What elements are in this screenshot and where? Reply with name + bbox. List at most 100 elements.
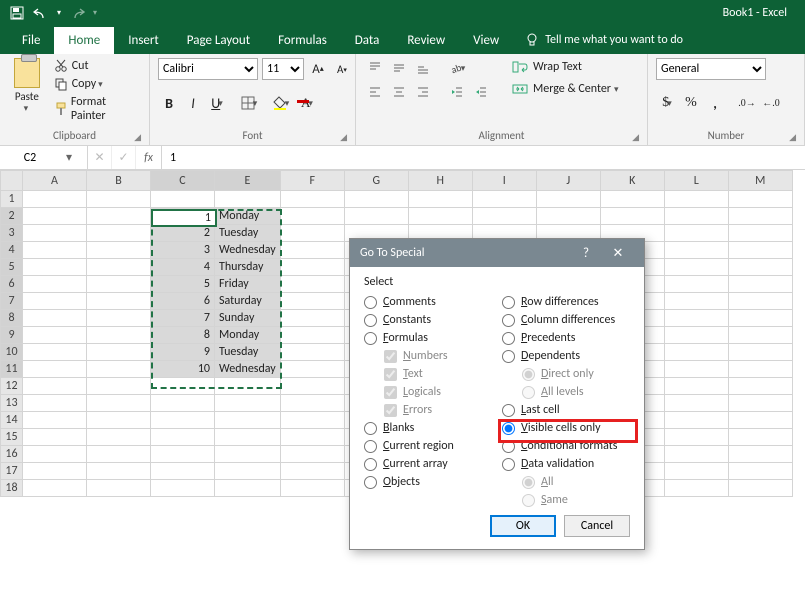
col-header-E[interactable]: E <box>215 171 281 191</box>
italic-button[interactable]: I <box>182 92 204 114</box>
cell-M12[interactable] <box>728 378 792 395</box>
col-header-B[interactable]: B <box>87 171 151 191</box>
radio-constants[interactable]: Constants <box>364 311 492 329</box>
cell-M9[interactable] <box>728 327 792 344</box>
cell-C1[interactable] <box>151 191 215 208</box>
col-header-I[interactable]: I <box>472 171 536 191</box>
cell-B6[interactable] <box>87 276 151 293</box>
row-header-9[interactable]: 9 <box>1 327 23 344</box>
radio-data-validation[interactable]: Data validation <box>502 455 630 473</box>
cell-A18[interactable] <box>23 480 87 497</box>
cell-E15[interactable] <box>215 429 281 446</box>
col-header-M[interactable]: M <box>728 171 792 191</box>
ok-button[interactable]: OK <box>490 515 556 537</box>
dialog-close-icon[interactable]: ✕ <box>602 246 634 261</box>
cell-E7[interactable]: Saturday <box>215 293 281 310</box>
cell-C8[interactable]: 7 <box>151 310 215 327</box>
cell-A14[interactable] <box>23 412 87 429</box>
row-header-5[interactable]: 5 <box>1 259 23 276</box>
col-header-K[interactable]: K <box>600 171 664 191</box>
radio-input[interactable] <box>502 314 515 327</box>
cell-L17[interactable] <box>664 463 728 480</box>
font-launcher-icon[interactable]: ◢ <box>340 132 347 143</box>
cell-C13[interactable] <box>151 395 215 412</box>
cell-L2[interactable] <box>664 208 728 225</box>
radio-column-differences[interactable]: Column differences <box>502 311 630 329</box>
row-header-13[interactable]: 13 <box>1 395 23 412</box>
cell-L15[interactable] <box>664 429 728 446</box>
underline-button[interactable]: U▾ <box>206 92 228 114</box>
fx-cancel-icon[interactable]: ✕ <box>88 146 112 169</box>
name-box[interactable]: ▾ <box>0 146 88 169</box>
cell-B17[interactable] <box>87 463 151 480</box>
cell-A4[interactable] <box>23 242 87 259</box>
row-header-15[interactable]: 15 <box>1 429 23 446</box>
radio-row-differences[interactable]: Row differences <box>502 293 630 311</box>
cell-E8[interactable]: Sunday <box>215 310 281 327</box>
name-box-input[interactable] <box>0 151 60 165</box>
fill-color-button[interactable]: ▾ <box>270 92 292 114</box>
cell-L14[interactable] <box>664 412 728 429</box>
undo-dropdown-icon[interactable]: ▾ <box>54 2 64 24</box>
cell-E18[interactable] <box>215 480 281 497</box>
cell-A2[interactable] <box>23 208 87 225</box>
row-header-1[interactable]: 1 <box>1 191 23 208</box>
row-header-8[interactable]: 8 <box>1 310 23 327</box>
row-header-4[interactable]: 4 <box>1 242 23 259</box>
alignment-launcher-icon[interactable]: ◢ <box>632 132 639 143</box>
row-header-2[interactable]: 2 <box>1 208 23 225</box>
cell-B16[interactable] <box>87 446 151 463</box>
cell-C4[interactable]: 3 <box>151 242 215 259</box>
tab-file[interactable]: File <box>8 27 54 54</box>
cell-F4[interactable] <box>280 242 344 259</box>
cell-F6[interactable] <box>280 276 344 293</box>
cell-M1[interactable] <box>728 191 792 208</box>
cell-K1[interactable] <box>600 191 664 208</box>
cell-F7[interactable] <box>280 293 344 310</box>
cell-C2[interactable]: 1 <box>151 208 215 225</box>
cell-L9[interactable] <box>664 327 728 344</box>
cell-B8[interactable] <box>87 310 151 327</box>
cell-B12[interactable] <box>87 378 151 395</box>
cell-E3[interactable]: Tuesday <box>215 225 281 242</box>
radio-blanks[interactable]: Blanks <box>364 419 492 437</box>
row-header-11[interactable]: 11 <box>1 361 23 378</box>
cell-M10[interactable] <box>728 344 792 361</box>
radio-input[interactable] <box>364 440 377 453</box>
redo-dropdown-icon[interactable]: ▾ <box>90 2 100 24</box>
cell-B9[interactable] <box>87 327 151 344</box>
cell-F5[interactable] <box>280 259 344 276</box>
radio-conditional-formats[interactable]: Conditional formats <box>502 437 630 455</box>
fx-enter-icon[interactable]: ✓ <box>112 146 136 169</box>
cut-button[interactable]: Cut <box>52 58 141 74</box>
cell-A9[interactable] <box>23 327 87 344</box>
cell-B15[interactable] <box>87 429 151 446</box>
cell-B4[interactable] <box>87 242 151 259</box>
col-header-J[interactable]: J <box>536 171 600 191</box>
radio-input[interactable] <box>364 422 377 435</box>
cell-A16[interactable] <box>23 446 87 463</box>
cell-A6[interactable] <box>23 276 87 293</box>
fx-icon[interactable]: fx <box>136 146 162 169</box>
cell-L18[interactable] <box>664 480 728 497</box>
cell-A13[interactable] <box>23 395 87 412</box>
cell-E9[interactable]: Monday <box>215 327 281 344</box>
col-header-H[interactable]: H <box>408 171 472 191</box>
align-bottom-button[interactable] <box>412 58 434 78</box>
cell-I1[interactable] <box>472 191 536 208</box>
cell-F8[interactable] <box>280 310 344 327</box>
cell-L7[interactable] <box>664 293 728 310</box>
radio-dependents[interactable]: Dependents <box>502 347 630 365</box>
decrease-font-button[interactable]: A▾ <box>332 58 352 80</box>
cell-L12[interactable] <box>664 378 728 395</box>
cell-C6[interactable]: 5 <box>151 276 215 293</box>
radio-input[interactable] <box>502 440 515 453</box>
cell-C12[interactable] <box>151 378 215 395</box>
cell-B1[interactable] <box>87 191 151 208</box>
increase-indent-button[interactable] <box>470 82 492 102</box>
tab-review[interactable]: Review <box>393 27 459 54</box>
cell-L5[interactable] <box>664 259 728 276</box>
decrease-indent-button[interactable] <box>446 82 468 102</box>
comma-button[interactable]: , <box>704 92 726 114</box>
cell-M13[interactable] <box>728 395 792 412</box>
